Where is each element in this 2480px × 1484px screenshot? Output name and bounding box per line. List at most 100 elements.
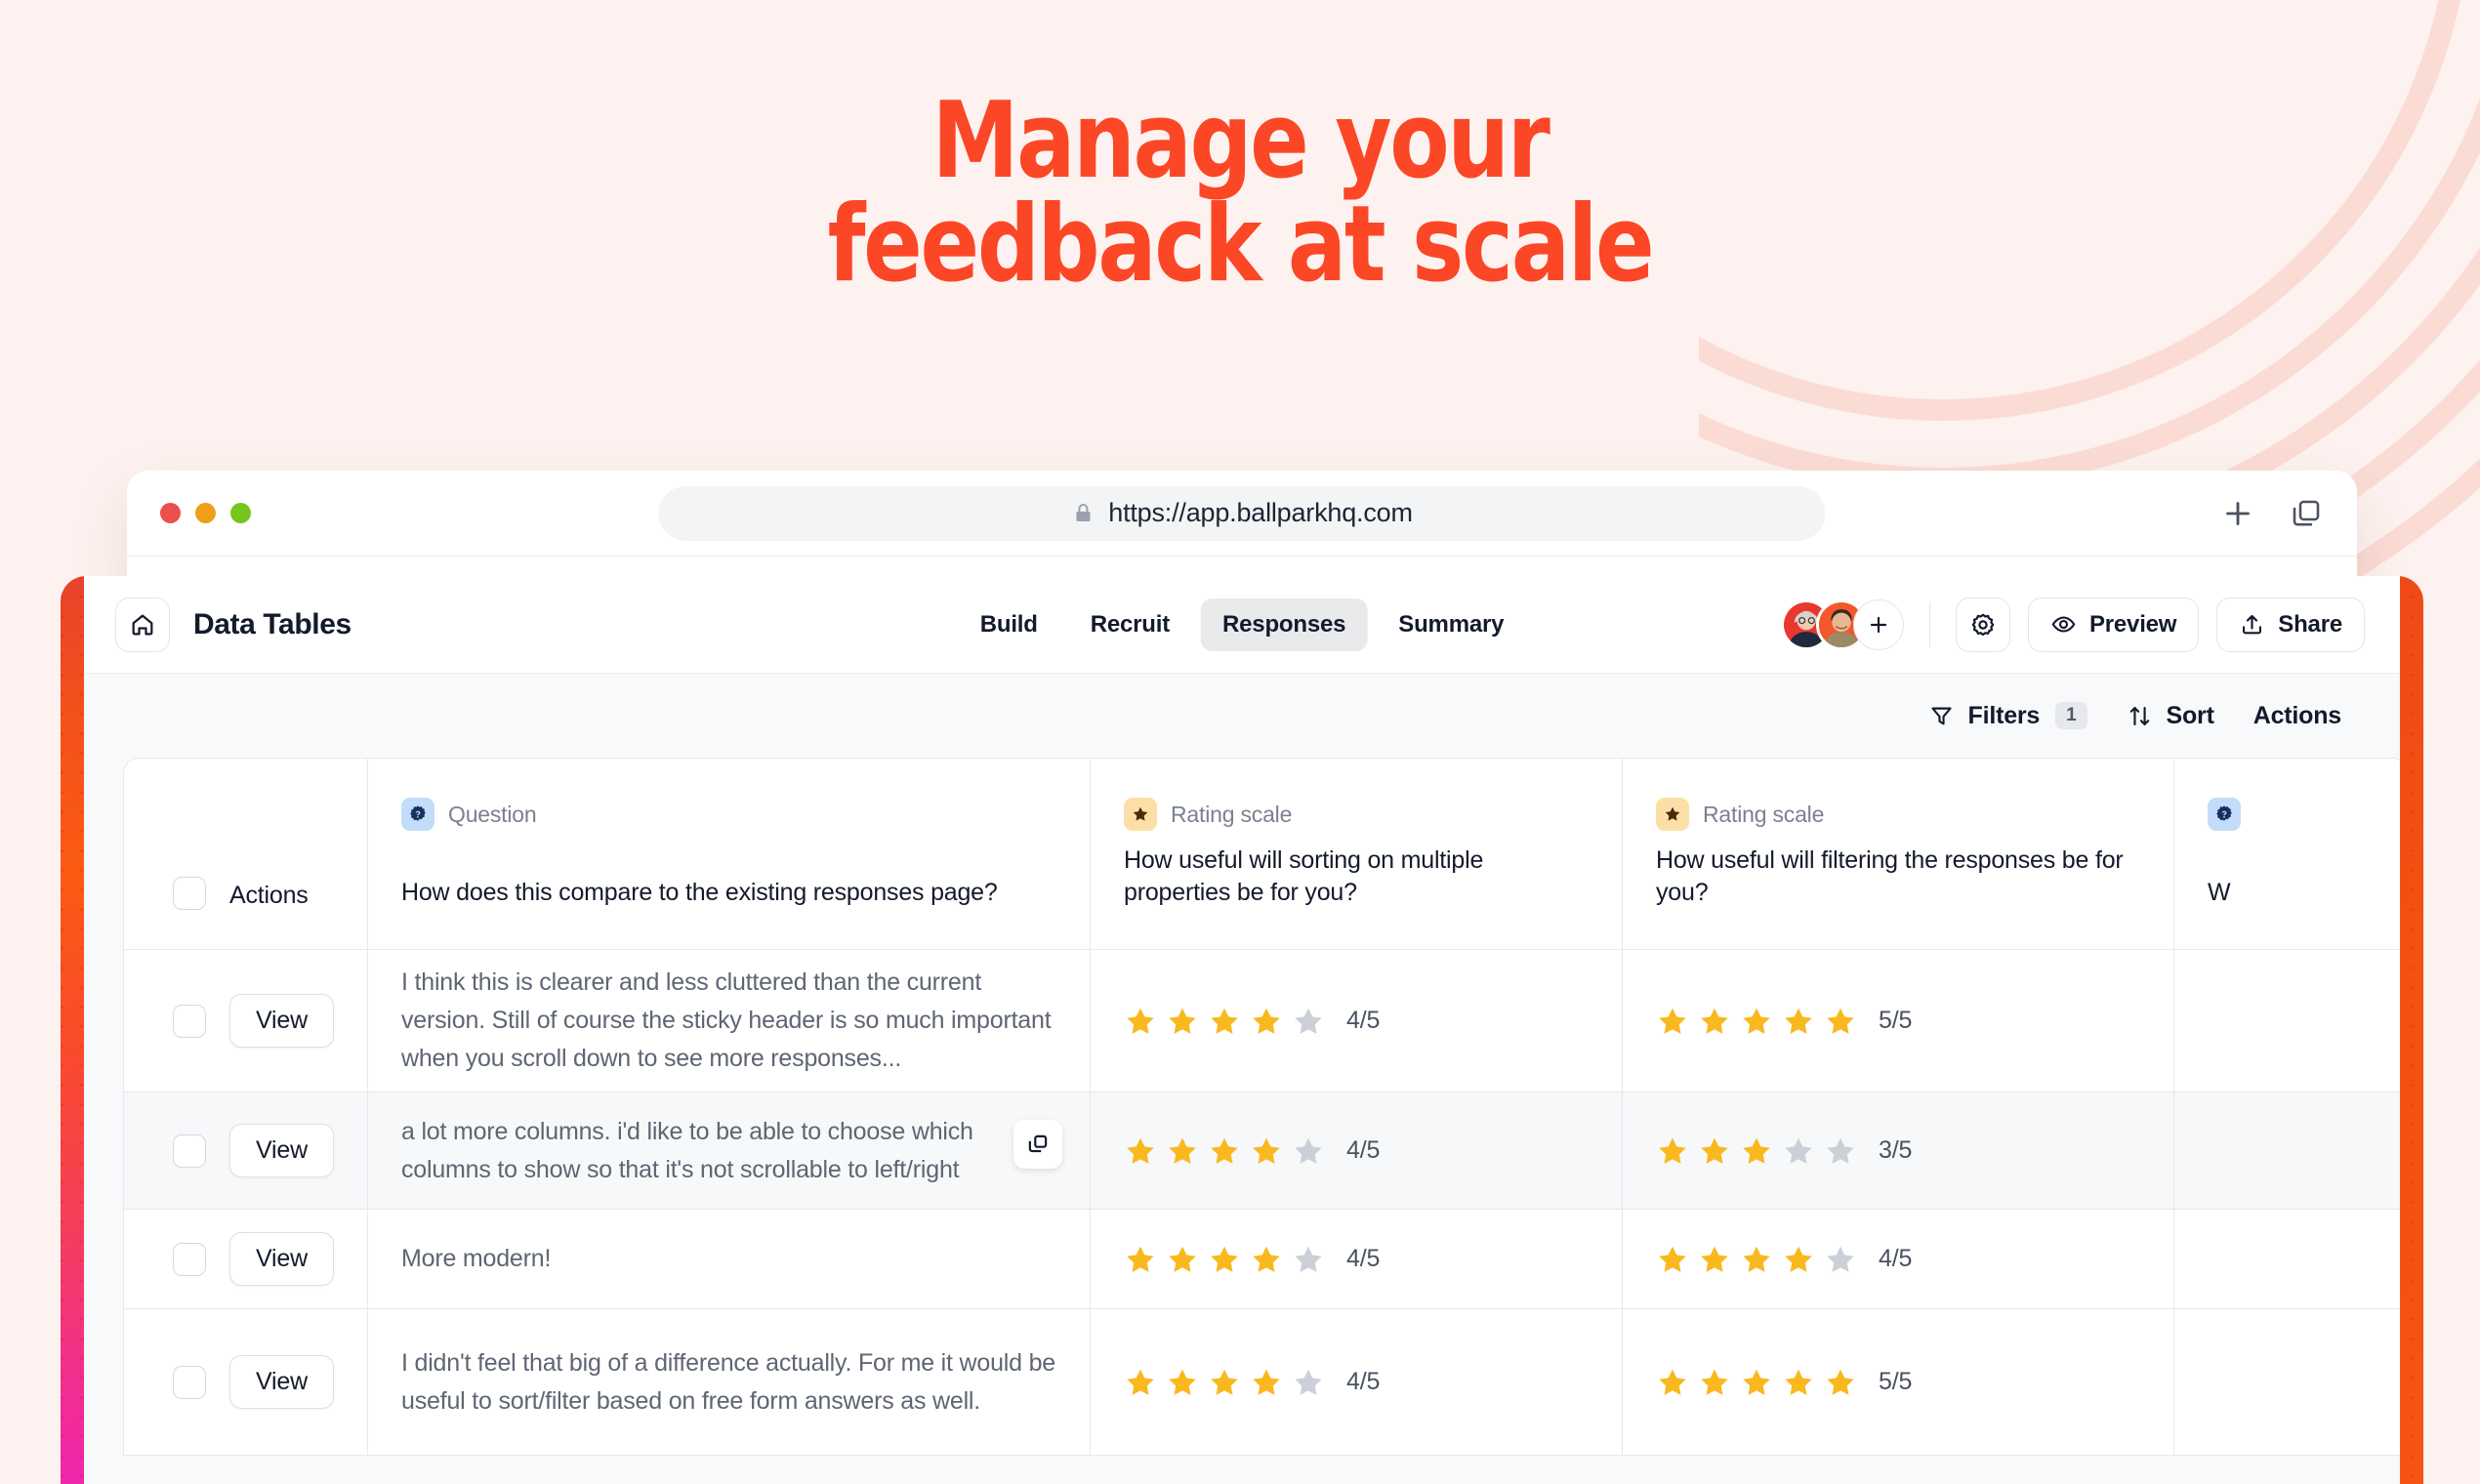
column-header-actions: Actions bbox=[124, 759, 368, 949]
rating-cell-1: 4/5 bbox=[1091, 950, 1623, 1092]
star-rating bbox=[1656, 1005, 1857, 1038]
view-button[interactable]: View bbox=[229, 1355, 334, 1409]
tab-responses[interactable]: Responses bbox=[1201, 598, 1368, 651]
star-icon bbox=[1785, 1008, 1812, 1034]
star-rating bbox=[1124, 1243, 1325, 1276]
rating-value: 4/5 bbox=[1346, 1368, 1381, 1395]
row-checkbox[interactable] bbox=[173, 1365, 206, 1399]
filters-label: Filters bbox=[1967, 701, 2041, 729]
column-type-label: Rating scale bbox=[1703, 801, 1825, 827]
gear-icon bbox=[1971, 613, 1995, 636]
view-button[interactable]: View bbox=[229, 1124, 334, 1177]
sort-arrows-icon bbox=[2129, 706, 2149, 725]
star-icon bbox=[1253, 1246, 1280, 1272]
tab-summary[interactable]: Summary bbox=[1377, 598, 1525, 651]
table-scroll-area[interactable]: Actions Question How does this compare t… bbox=[84, 758, 2400, 1484]
rating-value: 5/5 bbox=[1879, 1007, 1913, 1034]
table-row[interactable]: View I think this is clearer and less cl… bbox=[124, 950, 2400, 1092]
star-icon bbox=[1211, 1008, 1238, 1034]
headline-line-2: feedback at scale bbox=[827, 183, 1655, 306]
star-icon bbox=[1743, 1246, 1770, 1272]
share-button[interactable]: Share bbox=[2216, 597, 2365, 652]
star-icon bbox=[1827, 1369, 1854, 1395]
plus-icon[interactable] bbox=[2220, 496, 2255, 531]
home-icon bbox=[132, 614, 153, 635]
question-badge-icon bbox=[401, 798, 434, 831]
copy-button[interactable] bbox=[1013, 1120, 1062, 1169]
filters-button[interactable]: Filters 1 bbox=[1909, 692, 2107, 740]
star-icon bbox=[1743, 1137, 1770, 1164]
table-row[interactable]: View I didn't feel that big of a differe… bbox=[124, 1309, 2400, 1456]
column-header-rating-2: Rating scale How useful will filtering t… bbox=[1623, 759, 2174, 949]
tab-recruit[interactable]: Recruit bbox=[1069, 598, 1191, 651]
select-all-checkbox[interactable] bbox=[173, 877, 206, 910]
rating-cell-2: 5/5 bbox=[1623, 1309, 2174, 1455]
rating-cell-3 bbox=[2174, 1092, 2400, 1209]
star-icon bbox=[1701, 1008, 1728, 1034]
star-icon bbox=[1827, 1246, 1854, 1272]
actions-button[interactable]: Actions bbox=[2234, 692, 2361, 740]
star-icon bbox=[1659, 1137, 1686, 1164]
column-header-rating-1: Rating scale How useful will sorting on … bbox=[1091, 759, 1623, 949]
tab-build[interactable]: Build bbox=[959, 598, 1059, 651]
star-rating bbox=[1656, 1134, 1857, 1168]
copy-tabs-icon[interactable] bbox=[2289, 496, 2324, 531]
star-icon bbox=[1701, 1137, 1728, 1164]
preview-button[interactable]: Preview bbox=[2027, 597, 2200, 652]
view-button[interactable]: View bbox=[229, 1232, 334, 1286]
star-icon bbox=[1659, 1369, 1686, 1395]
star-icon bbox=[1295, 1137, 1322, 1164]
star-icon bbox=[1659, 1246, 1686, 1272]
answer-cell: More modern! bbox=[368, 1210, 1091, 1308]
copy-icon bbox=[1028, 1134, 1048, 1153]
star-icon bbox=[1169, 1008, 1196, 1034]
settings-button[interactable] bbox=[1955, 597, 2010, 652]
star-icon bbox=[1127, 1008, 1154, 1034]
star-icon bbox=[1253, 1008, 1280, 1034]
column-type-rating-2: Rating scale bbox=[1656, 798, 1824, 831]
column-title-truncated: W bbox=[2208, 879, 2231, 907]
star-rating bbox=[1124, 1134, 1325, 1168]
row-checkbox[interactable] bbox=[173, 1134, 206, 1168]
add-collaborator-button[interactable] bbox=[1852, 598, 1904, 650]
star-icon bbox=[1827, 1137, 1854, 1164]
table-toolbar: Filters 1 Sort Actions bbox=[84, 674, 2400, 758]
headline-line-1: Manage your bbox=[931, 80, 1550, 202]
table-row[interactable]: View More modern! 4/5 4/5 bbox=[124, 1210, 2400, 1309]
answer-text: a lot more columns. i'd like to be able … bbox=[401, 1117, 973, 1183]
star-icon bbox=[1701, 1369, 1728, 1395]
address-bar[interactable]: https://app.ballparkhq.com bbox=[658, 485, 1826, 541]
minimize-window-button[interactable] bbox=[195, 503, 216, 523]
row-checkbox[interactable] bbox=[173, 1242, 206, 1276]
column-header-truncated: W bbox=[2174, 759, 2400, 949]
row-actions-cell: View bbox=[124, 1092, 368, 1209]
rating-value: 4/5 bbox=[1346, 1136, 1381, 1164]
table-row[interactable]: View a lot more columns. i'd like to be … bbox=[124, 1092, 2400, 1210]
maximize-window-button[interactable] bbox=[230, 503, 251, 523]
rating-cell-3 bbox=[2174, 950, 2400, 1092]
star-rating bbox=[1124, 1005, 1325, 1038]
home-button[interactable] bbox=[115, 597, 170, 652]
star-icon bbox=[1253, 1137, 1280, 1164]
rating-value: 4/5 bbox=[1879, 1245, 1913, 1272]
collaborator-avatars bbox=[1780, 598, 1904, 650]
rating-value: 3/5 bbox=[1879, 1136, 1913, 1164]
star-icon bbox=[1785, 1246, 1812, 1272]
rating-value: 4/5 bbox=[1346, 1245, 1381, 1272]
column-type-label: Rating scale bbox=[1171, 801, 1293, 827]
column-title-rating-2: How useful will filtering the responses … bbox=[1656, 845, 2124, 907]
rating-cell-1: 4/5 bbox=[1091, 1092, 1623, 1209]
close-window-button[interactable] bbox=[160, 503, 181, 523]
star-icon bbox=[1295, 1246, 1322, 1272]
view-button[interactable]: View bbox=[229, 994, 334, 1048]
star-badge-icon bbox=[1656, 798, 1689, 831]
url-text: https://app.ballparkhq.com bbox=[1108, 498, 1413, 527]
sort-button[interactable]: Sort bbox=[2107, 692, 2234, 740]
row-checkbox[interactable] bbox=[173, 1004, 206, 1038]
rating-cell-3 bbox=[2174, 1309, 2400, 1455]
star-rating bbox=[1124, 1366, 1325, 1399]
column-title-rating-1: How useful will sorting on multiple prop… bbox=[1124, 845, 1484, 907]
question-badge-icon bbox=[2208, 798, 2241, 831]
rating-cell-2: 3/5 bbox=[1623, 1092, 2174, 1209]
funnel-icon bbox=[1930, 707, 1952, 724]
